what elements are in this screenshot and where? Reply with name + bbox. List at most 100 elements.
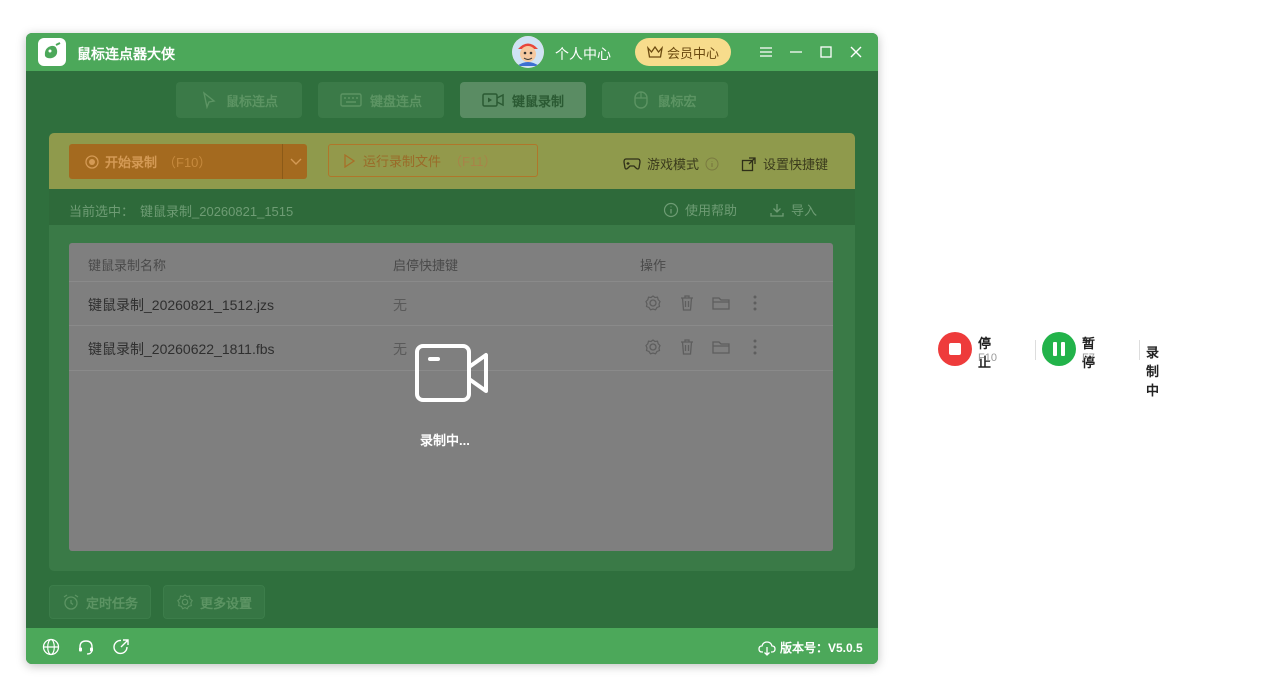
start-record-main[interactable]: 开始录制 （F10） [69,144,281,179]
selection-bar: 当前选中： 键鼠录制_20260821_1515 使用帮助 导入 [49,189,855,225]
bottom-actions: 定时任务 更多设置 [49,585,266,619]
trash-icon[interactable] [677,293,697,313]
gear-icon[interactable] [643,293,663,313]
table-header: 键鼠录制名称 启停快捷键 操作 [69,243,833,281]
version-info[interactable]: 版本号：V5.0.5 [758,639,863,656]
import-label: 导入 [791,203,818,218]
pause-hotkey: F7 [1082,352,1095,364]
record-dot-icon [85,154,99,169]
alarm-clock-icon [63,594,79,610]
keyboard-icon [340,93,362,107]
app-title: 鼠标连点器大侠 [77,46,175,62]
main-area: 鼠标连点 键盘连点 键鼠录制 鼠标宏 开始录制 （F10） 运行录制文件 （F1… [26,71,878,628]
avatar[interactable] [512,36,544,68]
more-vertical-icon[interactable] [745,293,765,313]
start-record-button[interactable]: 开始录制 （F10） [69,144,307,179]
cursor-icon [202,91,216,109]
import-button[interactable]: 导入 [769,200,817,219]
video-icon [482,93,504,107]
crown-icon [646,45,663,58]
stop-button[interactable] [938,332,972,366]
game-mode-toggle[interactable]: 游戏模式 [623,154,719,173]
vip-center-label: 会员中心 [666,45,719,61]
stop-icon [949,343,961,355]
close-icon[interactable] [846,42,866,62]
current-selection-value: 键鼠录制_20260821_1515 [140,204,294,219]
start-record-label: 开始录制 [105,155,158,170]
vip-center-button[interactable]: 会员中心 [635,38,731,66]
menu-icon[interactable] [756,42,776,62]
personal-center-link[interactable]: 个人中心 [555,44,611,64]
set-hotkey-button[interactable]: 设置快捷键 [741,154,828,173]
title-bar: 鼠标连点器大侠 个人中心 会员中心 [26,33,878,71]
current-selection: 当前选中： 键鼠录制_20260821_1515 [69,201,293,220]
minimize-icon[interactable] [786,42,806,62]
tab-bar: 鼠标连点 键盘连点 键鼠录制 鼠标宏 [176,82,728,118]
tab-key-mouse-record[interactable]: 键鼠录制 [460,82,586,118]
row-actions [643,293,765,313]
pause-icon-bar-left [1053,342,1057,356]
record-name: 键鼠录制_20260821_1512.jzs [88,297,275,313]
headset-icon[interactable] [77,638,95,656]
app-window: 鼠标连点器大侠 个人中心 会员中心 鼠标连点 键盘连点 键鼠录制 鼠标宏 开始录… [26,33,878,664]
run-record-file-label: 运行录制文件 [363,154,442,169]
divider [1035,340,1036,360]
start-record-hotkey: （F10） [163,155,212,170]
tab-mouse-click[interactable]: 鼠标连点 [176,82,302,118]
run-record-file-button[interactable]: 运行录制文件 （F11） [328,144,538,177]
status-bar: 版本号：V5.0.5 [26,628,878,664]
tab-label: 键鼠录制 [511,93,564,109]
app-logo-icon [38,38,66,66]
trash-icon[interactable] [677,337,697,357]
tab-label: 键盘连点 [369,93,422,109]
info-icon [663,202,679,217]
more-vertical-icon[interactable] [745,337,765,357]
more-settings-button[interactable]: 更多设置 [163,585,266,619]
more-settings-label: 更多设置 [200,595,253,611]
start-record-dropdown[interactable] [282,144,308,179]
stop-hotkey: F10 [978,352,997,364]
version-label: 版本号：V5.0.5 [780,641,863,655]
column-header-actions: 操作 [640,258,667,273]
tab-mouse-macro[interactable]: 鼠标宏 [602,82,728,118]
share-icon[interactable] [112,638,130,656]
record-hotkey: 无 [393,341,407,357]
play-icon [344,153,355,168]
cloud-download-icon [758,640,776,656]
help-label: 使用帮助 [685,203,738,218]
folder-icon[interactable] [711,337,731,357]
tab-label: 鼠标宏 [657,93,697,109]
shortcut-icon [741,156,756,171]
gear-icon[interactable] [643,337,663,357]
recording-status-label: 录制中 [1146,345,1160,398]
game-mode-label: 游戏模式 [647,157,700,172]
column-header-hotkey: 启停快捷键 [393,258,459,273]
globe-icon[interactable] [42,638,60,656]
folder-icon[interactable] [711,293,731,313]
mouse-icon [634,91,649,109]
table-row[interactable]: 键鼠录制_20260821_1512.jzs 无 [69,281,833,326]
tab-keyboard-click[interactable]: 键盘连点 [318,82,444,118]
timed-task-button[interactable]: 定时任务 [49,585,152,619]
column-header-name: 键鼠录制名称 [88,258,167,273]
video-camera-icon [414,343,490,410]
record-name: 键鼠录制_20260622_1811.fbs [88,341,275,357]
record-hotkey: 无 [393,297,407,313]
set-hotkey-label: 设置快捷键 [763,157,829,172]
pause-icon-bar-right [1061,342,1065,356]
download-icon [770,203,784,217]
gamepad-icon [623,157,641,170]
timed-task-label: 定时任务 [86,595,139,611]
maximize-icon[interactable] [816,42,836,62]
chevron-down-icon [290,158,301,165]
gear-icon [177,594,193,610]
divider [1139,340,1140,360]
record-toolbar: 开始录制 （F10） 运行录制文件 （F11） 游戏模式 设置快捷键 [49,133,855,189]
pause-button[interactable] [1042,332,1076,366]
run-record-hotkey: （F11） [449,154,497,169]
info-icon[interactable] [705,157,719,171]
current-selection-label: 当前选中： [69,204,135,219]
recording-status-text: 录制中... [420,433,470,448]
help-link[interactable]: 使用帮助 [663,200,737,219]
tab-label: 鼠标连点 [225,93,278,109]
